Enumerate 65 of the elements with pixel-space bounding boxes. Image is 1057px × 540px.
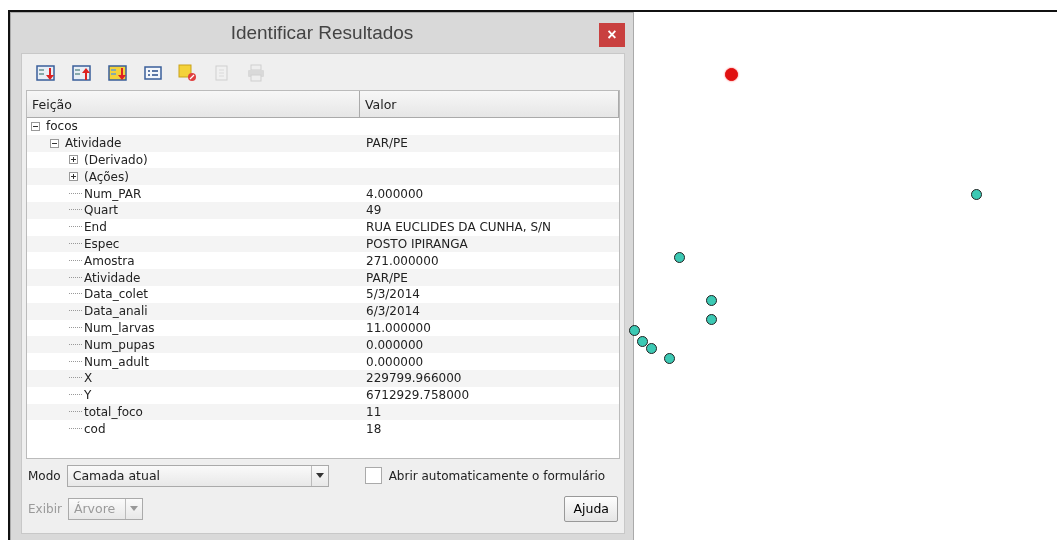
field-name[interactable]: Espec: [84, 236, 120, 251]
field-value: 0.000000: [366, 354, 424, 369]
map-point[interactable]: [664, 353, 675, 364]
field-value: 4.000000: [366, 186, 424, 201]
map-point[interactable]: [629, 325, 640, 336]
field-name[interactable]: Num_pupas: [84, 337, 155, 352]
map-point[interactable]: [637, 336, 648, 347]
field-name[interactable]: total_foco: [84, 404, 143, 419]
field-value: POSTO IPIRANGA: [366, 236, 468, 251]
field-name[interactable]: focos: [46, 119, 78, 134]
field-name[interactable]: cod: [84, 421, 106, 436]
selected-point[interactable]: [725, 68, 738, 81]
field-name[interactable]: Data_anali: [84, 304, 148, 319]
field-name[interactable]: Num_larvas: [84, 320, 155, 335]
field-name[interactable]: End: [84, 220, 107, 235]
column-header[interactable]: Feição: [27, 91, 360, 117]
checkbox-label: Abrir automaticamente o formulário: [388, 468, 606, 483]
clear-icon[interactable]: [178, 64, 198, 82]
field-value: 229799.966000: [366, 371, 462, 386]
map-point[interactable]: [674, 252, 685, 263]
field-value: 6712929.758000: [366, 388, 470, 403]
field-name[interactable]: Amostra: [84, 253, 135, 268]
expand-icon[interactable]: [69, 155, 78, 165]
map-point[interactable]: [646, 343, 657, 354]
field-name[interactable]: Atividade: [65, 136, 122, 151]
field-value: 11: [366, 404, 382, 419]
help-button[interactable]: Ajuda: [564, 495, 618, 522]
field-name[interactable]: Num_PAR: [84, 186, 142, 201]
field-value: 11.000000: [366, 320, 431, 335]
column-header[interactable]: Valor: [360, 91, 619, 117]
map-point[interactable]: [971, 189, 982, 200]
field-value: 18: [366, 421, 382, 436]
field-value: RUA EUCLIDES DA CUNHA, S/N: [366, 220, 552, 235]
field-name[interactable]: Y: [84, 388, 92, 403]
field-value: PAR/PE: [366, 270, 408, 285]
mode-label: Modo: [28, 468, 61, 483]
field-value: 5/3/2014: [366, 287, 420, 302]
checkbox[interactable]: [364, 467, 382, 484]
mode-dropdown[interactable]: Camada atual: [66, 464, 329, 487]
field-value: PAR/PE: [366, 136, 408, 151]
close-button[interactable]: ×: [599, 23, 625, 47]
collapse-icon[interactable]: [31, 121, 40, 131]
map-point[interactable]: [706, 295, 717, 306]
field-name[interactable]: Num_adult: [84, 354, 149, 369]
dropdown-arrow-icon: [129, 506, 138, 511]
window-title: Identificar Resultados: [230, 22, 414, 44]
field-name[interactable]: Data_colet: [84, 287, 148, 302]
collapse-icon[interactable]: [50, 138, 59, 148]
field-value: 0.000000: [366, 337, 424, 352]
field-value: 49: [366, 203, 382, 218]
field-name[interactable]: (Ações): [84, 169, 129, 184]
collapse-tree-icon[interactable]: [72, 64, 92, 82]
dropdown-arrow-icon: [315, 473, 324, 478]
expand-icon[interactable]: [69, 172, 78, 182]
expand-new-icon[interactable]: [108, 64, 128, 82]
field-value: 271.000000: [366, 253, 439, 268]
expand-tree-icon[interactable]: [36, 64, 56, 82]
field-name[interactable]: X: [84, 371, 93, 386]
field-value: 6/3/2014: [366, 304, 420, 319]
field-name[interactable]: Atividade: [84, 270, 141, 285]
map-point[interactable]: [706, 314, 717, 325]
view-label: Exibir: [28, 501, 62, 516]
field-name[interactable]: Quart: [84, 203, 119, 218]
field-name[interactable]: (Derivado): [84, 153, 148, 167]
list-icon[interactable]: [144, 65, 162, 81]
